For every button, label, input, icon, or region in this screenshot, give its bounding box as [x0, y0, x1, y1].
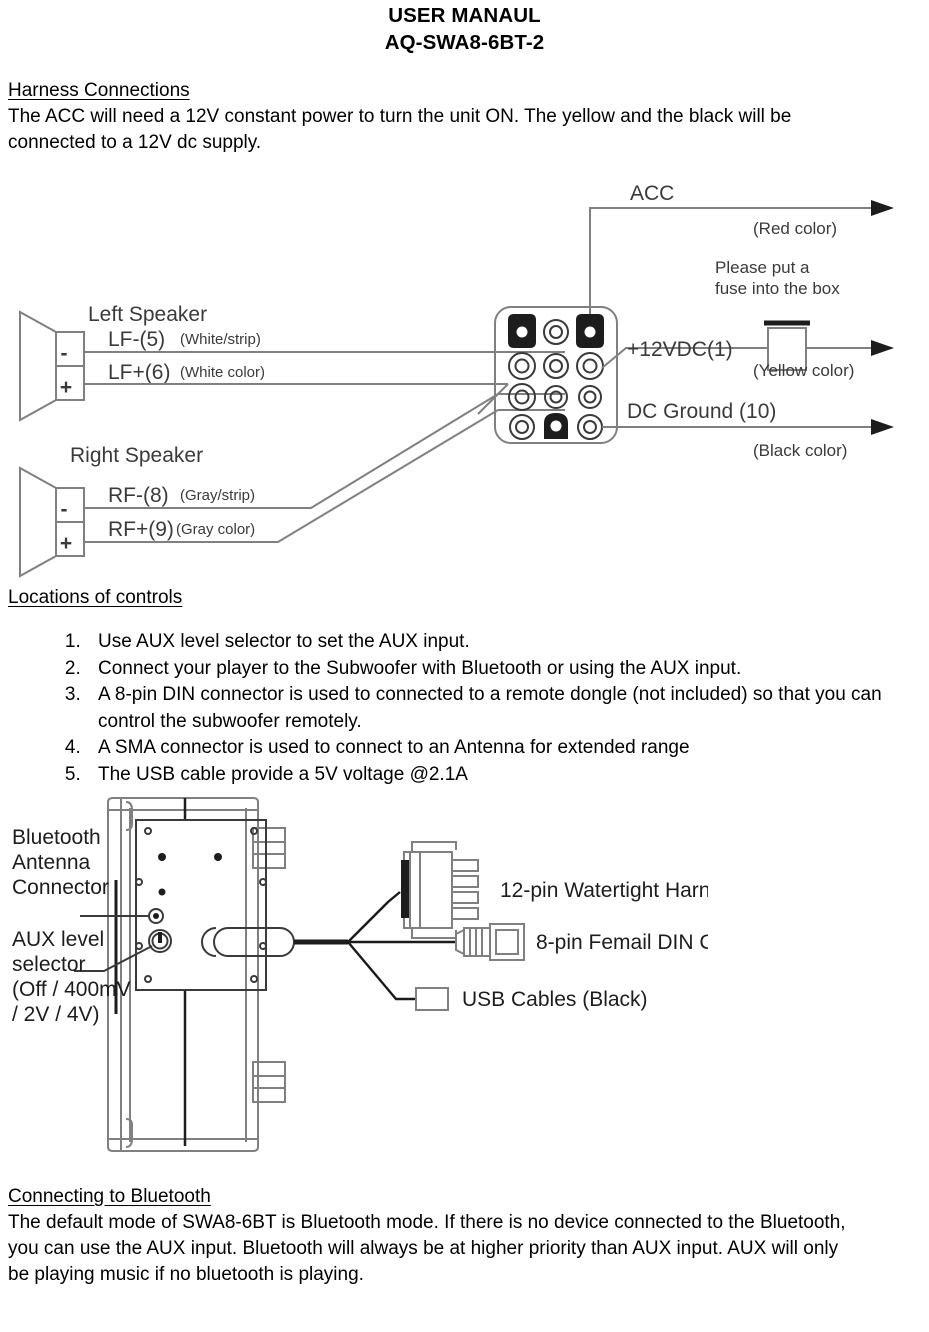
ground-label: DC Ground (10) [627, 400, 776, 423]
aux-line-2: selector [12, 953, 86, 976]
locations-heading-wrap: Locations of controls [8, 585, 921, 611]
arrow-12vdc [871, 340, 894, 356]
right-plus-label: RF+(9) [108, 518, 174, 541]
sma-antenna-connector [148, 908, 164, 924]
title-line-2: AQ-SWA8-6BT-2 [384, 31, 545, 54]
right-speaker-symbol: - + [19, 466, 85, 578]
list-item: A 8-pin DIN connector is used to connect… [86, 682, 921, 735]
harness-paragraph-line-1: The ACC will need a 12V constant power t… [8, 106, 792, 127]
harness-heading: Harness Connections [8, 80, 190, 101]
left-terminal-plus: + [60, 376, 72, 399]
aux-line-1: AUX level [12, 928, 104, 951]
harness-wiring-diagram: - + Left Speaker LF-(5) (White/strip) LF… [19, 182, 894, 578]
bluetooth-section: Connecting to Bluetooth The default mode… [8, 1184, 921, 1288]
harness-cable-label: 12-pin Watertight Harness [500, 879, 708, 902]
watertight-harness-connector [401, 841, 479, 939]
left-minus-label: LF-(5) [108, 328, 165, 351]
bt-antenna-line-2: Antenna [12, 851, 91, 874]
bluetooth-paragraph-line-3: be playing music if no bluetooth is play… [8, 1264, 364, 1285]
harness-heading-wrap: Harness Connections [8, 78, 921, 104]
fuse-note-line-1: Please put a [715, 258, 810, 277]
manual-page: USER MANAUL AQ-SWA8-6BT-2 Harness Connec… [0, 0, 929, 1332]
ground-color: (Black color) [753, 441, 847, 460]
bluetooth-heading: Connecting to Bluetooth [8, 1186, 211, 1207]
locations-section: Locations of controls Use AUX level sele… [8, 585, 921, 788]
unit-controls-diagram: Bluetooth Antenna Connector AUX level se… [12, 797, 708, 1152]
cable-grommet [201, 927, 295, 957]
right-speaker-title: Right Speaker [70, 444, 203, 467]
list-item: Use AUX level selector to set the AUX in… [86, 629, 921, 656]
list-item: Connect your player to the Subwoofer wit… [86, 656, 921, 683]
left-speaker-title: Left Speaker [88, 303, 207, 326]
connector-block [494, 306, 618, 444]
aux-level-selector-knob [148, 929, 172, 953]
harness-section: Harness Connections The ACC will need a … [8, 78, 921, 156]
bt-antenna-line-1: Bluetooth [12, 826, 101, 849]
left-speaker-symbol: - + [19, 310, 85, 422]
controls-list: Use AUX level selector to set the AUX in… [8, 629, 921, 788]
left-terminal-minus: - [61, 342, 68, 365]
left-minus-color: (White/strip) [180, 331, 261, 348]
list-item: A SMA connector is used to connect to an… [86, 735, 921, 762]
right-plus-color: (Gray color) [176, 521, 255, 538]
aux-line-4: / 2V / 4V) [12, 1003, 100, 1026]
right-minus-color: (Gray/strip) [180, 487, 255, 504]
usb-connector [415, 987, 449, 1011]
arrow-acc [871, 200, 894, 216]
aux-line-3: (Off / 400mV [12, 978, 131, 1001]
left-plus-color: (White color) [180, 364, 265, 381]
cable-branch-usb [347, 941, 416, 1001]
bluetooth-paragraph-line-1: The default mode of SWA8-6BT is Bluetoot… [8, 1212, 846, 1233]
arrow-ground [871, 419, 894, 435]
locations-heading: Locations of controls [8, 587, 183, 608]
cable-branch-harness [347, 891, 401, 943]
bluetooth-paragraph-line-2: you can use the AUX input. Bluetooth wil… [8, 1238, 839, 1259]
document-title: USER MANAUL AQ-SWA8-6BT-2 [8, 0, 921, 56]
harness-paragraph-line-2: connected to a 12V dc supply. [8, 132, 262, 153]
right-minus-label: RF-(8) [108, 484, 169, 507]
vdc-color: (Yellow color) [753, 361, 854, 380]
right-terminal-plus: + [60, 532, 72, 555]
din-cable-label: 8-pin Femail DIN Cables (Black) [536, 931, 708, 954]
acc-color: (Red color) [753, 219, 837, 238]
subwoofer-enclosure [107, 797, 286, 1152]
amplifier-plate [135, 819, 295, 991]
list-item: The USB cable provide a 5V voltage @2.1A [86, 762, 921, 789]
left-plus-label: LF+(6) [108, 361, 170, 384]
fuse-note-line-2: fuse into the box [715, 279, 840, 298]
din-connector [455, 923, 525, 961]
usb-cable-label: USB Cables (Black) [462, 988, 648, 1011]
right-terminal-minus: - [61, 498, 68, 521]
bt-antenna-line-3: Connector [12, 876, 109, 899]
vdc-label: +12VDC(1) [627, 338, 733, 361]
bluetooth-heading-wrap: Connecting to Bluetooth [8, 1184, 921, 1210]
title-line-1: USER MANAUL [388, 4, 541, 27]
acc-label: ACC [630, 182, 674, 205]
